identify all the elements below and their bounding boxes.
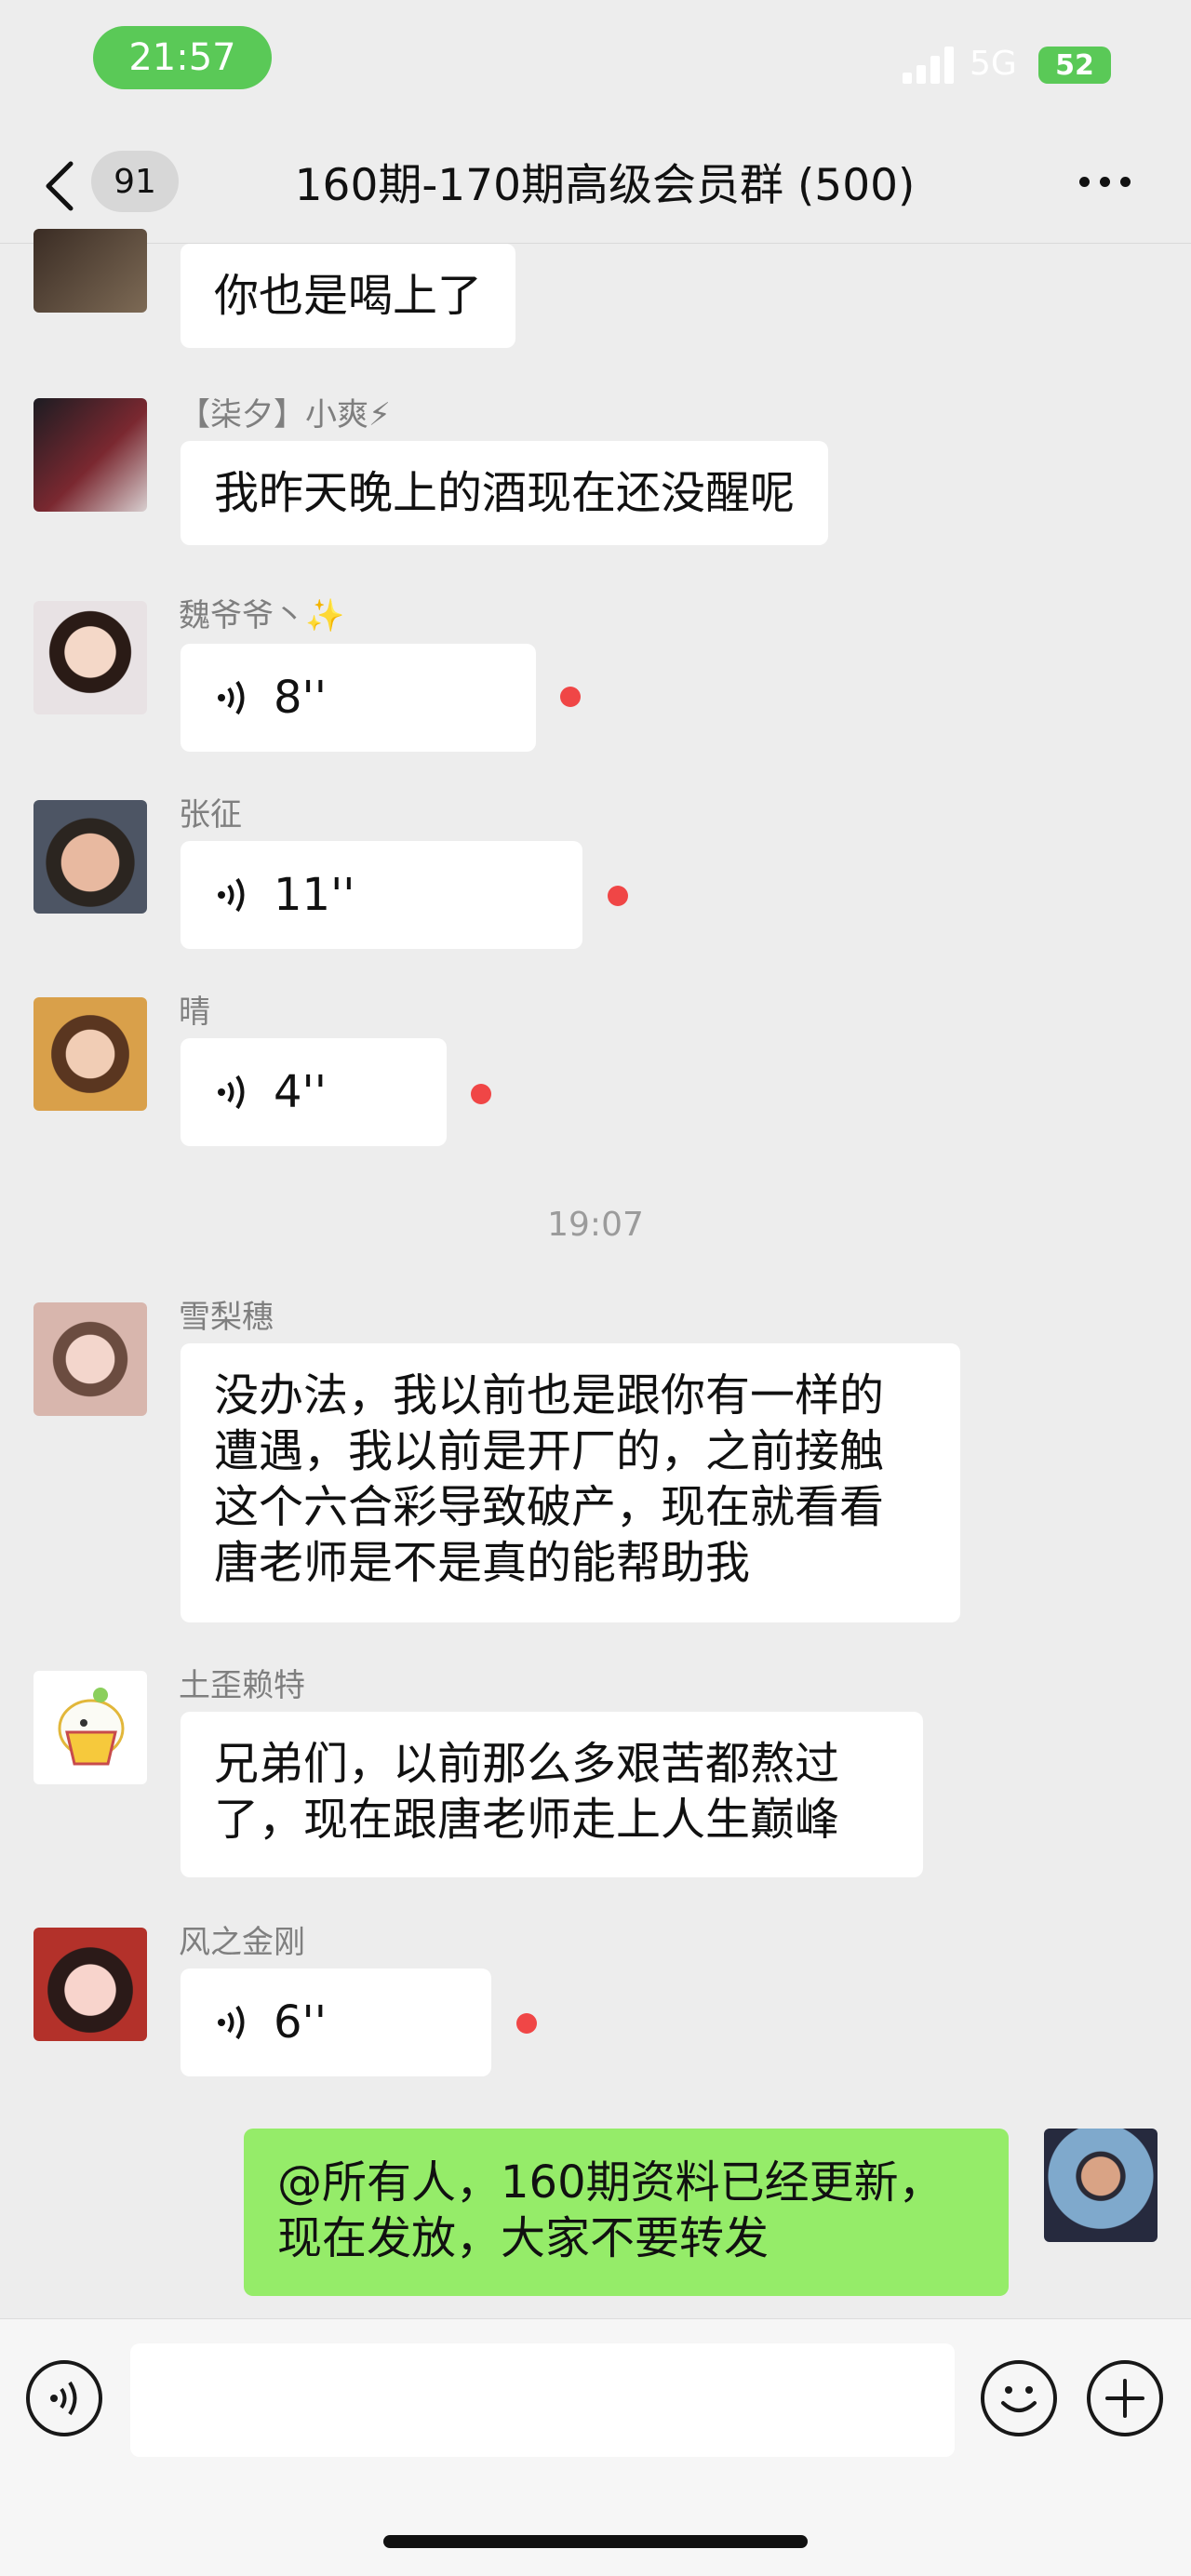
unread-dot — [560, 687, 581, 707]
unread-dot — [608, 886, 628, 906]
message-line: 没办法，我以前也是跟你有一样的 — [214, 1369, 885, 1421]
voice-message[interactable]: 8'' — [181, 644, 536, 752]
message-input[interactable] — [130, 2343, 955, 2457]
sender-name: 土歪赖特 — [179, 1667, 305, 1704]
add-button[interactable] — [1087, 2360, 1163, 2436]
sender-name: 【柒夕】小爽⚡ — [179, 396, 391, 434]
avatar[interactable] — [33, 601, 147, 714]
back-icon[interactable] — [37, 158, 84, 214]
message-line: 这个六合彩导致破产，现在就看看 — [214, 1481, 885, 1533]
timestamp: 19:07 — [547, 1206, 644, 1244]
emoji-icon — [1001, 2386, 1037, 2412]
message-bubble[interactable]: 没办法，我以前也是跟你有一样的 遭遇，我以前是开厂的，之前接触 这个六合彩导致破… — [181, 1343, 960, 1622]
message-line: 遭遇，我以前是开厂的，之前接触 — [214, 1425, 885, 1477]
emoji-button[interactable] — [981, 2360, 1057, 2436]
avatar[interactable] — [33, 1302, 147, 1416]
message-line: 了，现在跟唐老师走上人生巅峰 — [214, 1794, 840, 1846]
time-pill: 21:57 — [93, 26, 272, 89]
voice-icon — [218, 2005, 245, 2040]
avatar[interactable] — [33, 800, 147, 914]
voice-icon — [218, 877, 245, 913]
avatar[interactable] — [33, 1928, 147, 2041]
network-type: 5G — [970, 45, 1017, 83]
signal-icon — [903, 45, 958, 84]
avatar[interactable] — [33, 1671, 147, 1784]
sender-name: 张征 — [179, 796, 242, 834]
voice-icon — [218, 1074, 245, 1110]
unread-badge[interactable]: 91 — [91, 151, 179, 212]
avatar[interactable] — [33, 997, 147, 1111]
voice-message[interactable]: 11'' — [181, 841, 582, 949]
message-line: 现在发放，大家不要转发 — [277, 2212, 769, 2264]
status-time: 21:57 — [128, 36, 236, 79]
message-line: 唐老师是不是真的能帮助我 — [214, 1537, 751, 1589]
battery-level: 52 — [1055, 48, 1094, 82]
home-indicator — [383, 2535, 808, 2548]
sender-name: 魏爷爷丶✨ — [179, 597, 345, 634]
input-bar — [0, 2318, 1191, 2576]
status-bar: 21:57 5G 52 — [0, 0, 1191, 121]
unread-count: 91 — [114, 162, 156, 201]
voice-duration: 6'' — [274, 1996, 327, 2049]
voice-icon — [50, 2381, 77, 2416]
cartoon-chick-icon — [58, 1688, 125, 1766]
avatar[interactable] — [33, 229, 147, 313]
my-avatar[interactable] — [1044, 2129, 1158, 2242]
avatar[interactable] — [33, 398, 147, 512]
voice-duration: 11'' — [274, 869, 355, 921]
voice-input-button[interactable] — [26, 2360, 102, 2436]
voice-message[interactable]: 4'' — [181, 1038, 447, 1146]
more-options-icon[interactable] — [1079, 177, 1131, 187]
message-bubble[interactable]: 兄弟们，以前那么多艰苦都熬过 了，现在跟唐老师走上人生巅峰 — [181, 1712, 923, 1877]
message-bubble[interactable]: 你也是喝上了 — [181, 244, 516, 348]
chat-header: 91 160期-170期高级会员群 (500) — [0, 121, 1191, 244]
unread-dot — [471, 1084, 491, 1104]
message-line: @所有人，160期资料已经更新， — [277, 2156, 943, 2209]
chat-title: 160期-170期高级会员群 (500) — [294, 160, 916, 211]
battery-icon: 52 — [1038, 47, 1111, 84]
my-message-bubble[interactable]: @所有人，160期资料已经更新， 现在发放，大家不要转发 — [244, 2129, 1009, 2296]
sender-name: 风之金刚 — [179, 1924, 305, 1961]
unread-dot — [516, 2013, 537, 2034]
voice-duration: 8'' — [274, 672, 327, 724]
message-bubble[interactable]: 我昨天晚上的酒现在还没醒呢 — [181, 441, 829, 545]
voice-duration: 4'' — [274, 1066, 327, 1118]
voice-message[interactable]: 6'' — [181, 1969, 491, 2076]
message-text: 你也是喝上了 — [214, 270, 483, 322]
plus-icon — [1105, 2379, 1144, 2418]
voice-icon — [218, 680, 245, 715]
sender-name: 雪梨穗 — [179, 1299, 274, 1336]
message-line: 兄弟们，以前那么多艰苦都熬过 — [214, 1738, 840, 1790]
sender-name: 晴 — [179, 994, 210, 1031]
message-text: 我昨天晚上的酒现在还没醒呢 — [214, 467, 796, 519]
